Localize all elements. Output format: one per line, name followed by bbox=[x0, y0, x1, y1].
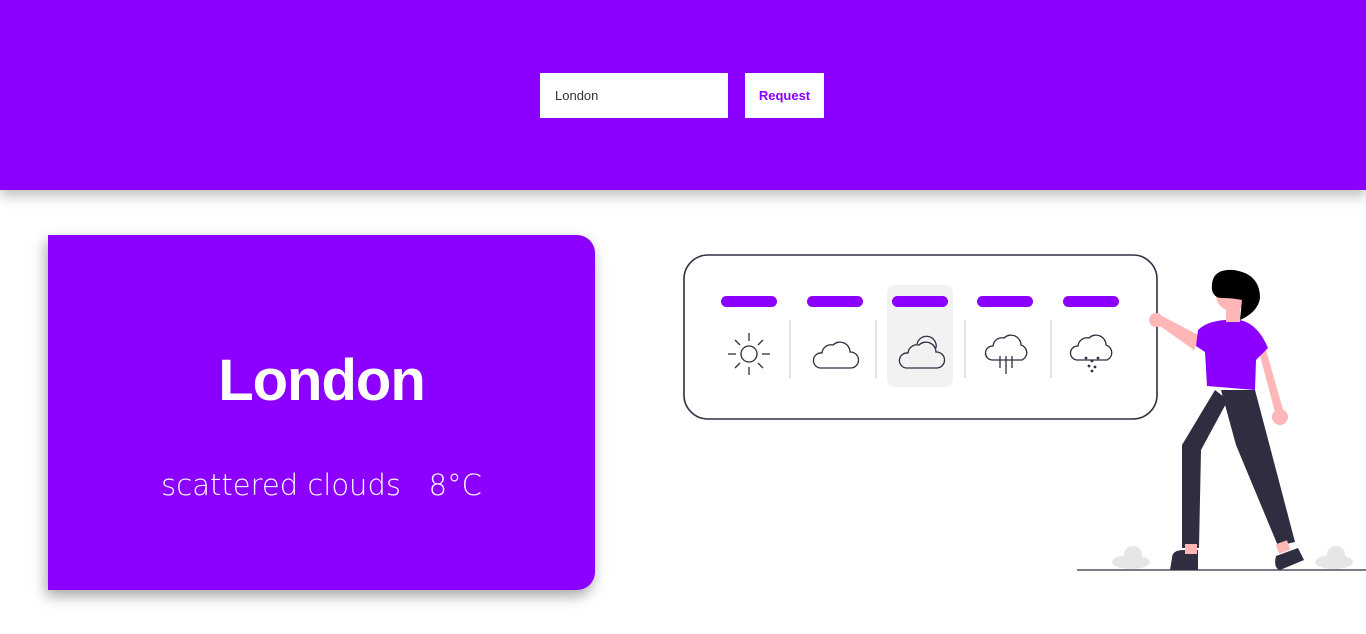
weather-description: scattered clouds bbox=[161, 468, 401, 502]
city-name: London bbox=[218, 348, 426, 413]
bushes bbox=[1112, 546, 1353, 569]
top-header: Request bbox=[0, 0, 1366, 190]
weather-illustration bbox=[683, 254, 1366, 571]
person-figure bbox=[1149, 269, 1304, 570]
bar-2 bbox=[807, 296, 863, 307]
bar-1 bbox=[721, 296, 777, 307]
weather-conditions: scattered clouds 8°C bbox=[48, 468, 595, 502]
bar-3 bbox=[892, 296, 948, 307]
bar-5 bbox=[1063, 296, 1119, 307]
weather-card: London scattered clouds 8°C bbox=[48, 235, 595, 590]
city-search-input[interactable] bbox=[540, 73, 728, 118]
temperature: 8°C bbox=[428, 468, 482, 502]
request-button[interactable]: Request bbox=[745, 73, 824, 118]
bar-4 bbox=[977, 296, 1033, 307]
